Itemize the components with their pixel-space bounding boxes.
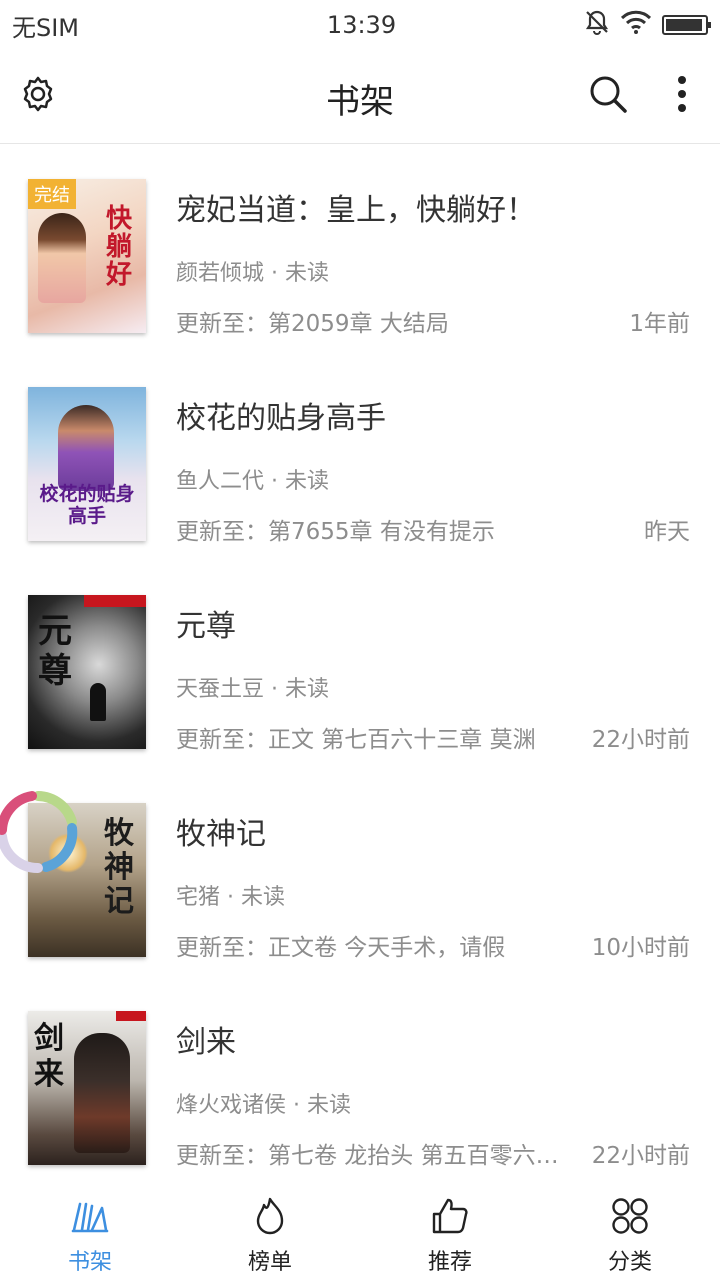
book-author: 颜若倾城: [176, 261, 265, 286]
nav-item-recommend[interactable]: 推荐: [360, 1180, 540, 1280]
vertical-ellipsis-icon: [676, 74, 688, 118]
update-time: 10小时前: [591, 935, 690, 961]
cover-title: 剑来: [34, 1021, 64, 1092]
book-item[interactable]: 校花的贴身高手 校花的贴身高手 鱼人二代 · 未读 更新至：第7655章 有没有…: [0, 353, 720, 561]
flame-icon: [248, 1194, 292, 1238]
bookshelf-list: 快躺好 完结 宠妃当道：皇上，快躺好！ 颜若倾城 · 未读 更新至：第2059章…: [0, 145, 720, 1185]
carrier-label: 无SIM: [12, 13, 80, 42]
latest-chapter: 更新至：第7655章 有没有提示: [176, 519, 495, 545]
book-title: 剑来: [176, 1025, 236, 1060]
search-icon: [588, 74, 628, 118]
finished-badge: 完结: [28, 179, 76, 209]
latest-chapter: 更新至：第2059章 大结局: [176, 311, 449, 337]
bottom-navigation: 书架 榜单 推荐 分类: [0, 1180, 720, 1280]
book-cover: 快躺好 完结: [28, 179, 146, 333]
update-time: 1年前: [629, 311, 690, 337]
book-title: 校花的贴身高手: [176, 401, 386, 436]
book-title: 牧神记: [176, 817, 266, 852]
book-meta: 鱼人二代 · 未读: [176, 469, 330, 494]
wifi-icon: [620, 10, 652, 40]
cover-title: 元尊: [38, 611, 72, 691]
status-bar: 无SIM 13:39: [0, 0, 720, 50]
search-button[interactable]: [582, 70, 634, 122]
nav-label: 榜单: [247, 1250, 292, 1275]
book-cover: 元尊: [28, 595, 146, 749]
book-cover: 校花的贴身高手: [28, 387, 146, 541]
book-item[interactable]: 快躺好 完结 宠妃当道：皇上，快躺好！ 颜若倾城 · 未读 更新至：第2059章…: [0, 145, 720, 353]
read-status: 未读: [285, 677, 330, 702]
more-options-button[interactable]: [656, 70, 708, 122]
read-status: 未读: [241, 885, 286, 910]
cover-title: 校花的贴身高手: [39, 483, 135, 527]
bookshelf-icon: [68, 1194, 112, 1238]
nav-item-bookshelf[interactable]: 书架: [0, 1180, 180, 1280]
thumbs-up-icon: [428, 1194, 472, 1238]
latest-chapter: 更新至：正文卷 今天手术，请假: [176, 935, 506, 961]
read-status: 未读: [307, 1093, 352, 1118]
book-title: 元尊: [176, 609, 236, 644]
book-title: 宠妃当道：皇上，快躺好！: [176, 193, 536, 228]
update-time: 昨天: [644, 519, 690, 545]
latest-chapter: 更新至：第七卷 龙抬头 第五百零六…: [176, 1143, 559, 1169]
book-author: 天蚕土豆: [176, 677, 265, 702]
nav-item-categories[interactable]: 分类: [540, 1180, 720, 1280]
update-time: 22小时前: [591, 727, 690, 753]
battery-icon: [661, 15, 711, 35]
book-meta: 颜若倾城 · 未读: [176, 261, 330, 286]
book-author: 鱼人二代: [176, 469, 265, 494]
book-meta: 烽火戏诸侯 · 未读: [176, 1093, 352, 1118]
category-icon: [608, 1194, 652, 1238]
clock: 13:39: [326, 11, 397, 39]
book-author: 烽火戏诸侯: [176, 1093, 287, 1118]
book-meta: 宅猪 · 未读: [176, 885, 286, 910]
nav-label: 推荐: [427, 1250, 472, 1275]
nav-label: 书架: [67, 1250, 112, 1275]
app-bar: 书架: [0, 50, 720, 144]
nav-label: 分类: [607, 1250, 652, 1275]
book-cover: 剑来: [28, 1011, 146, 1165]
mute-bell-icon: [584, 9, 610, 41]
cover-title: 快躺好: [106, 204, 133, 290]
book-item[interactable]: 元尊 元尊 天蚕土豆 · 未读 更新至：正文 第七百六十三章 莫渊 22小时前: [0, 561, 720, 769]
book-author: 宅猪: [176, 885, 221, 910]
status-icons: [584, 9, 711, 41]
read-status: 未读: [285, 469, 330, 494]
update-time: 22小时前: [591, 1143, 690, 1169]
loading-spinner-icon: [0, 788, 82, 876]
nav-item-rankings[interactable]: 榜单: [180, 1180, 360, 1280]
latest-chapter: 更新至：正文 第七百六十三章 莫渊: [176, 727, 536, 753]
cover-title: 牧神记: [104, 816, 134, 919]
book-meta: 天蚕土豆 · 未读: [176, 677, 330, 702]
read-status: 未读: [285, 261, 330, 286]
book-item[interactable]: 牧神记 牧神记 宅猪 · 未读 更新至：正文卷 今天手术，请假 10小时前: [0, 769, 720, 977]
book-item[interactable]: 剑来 剑来 烽火戏诸侯 · 未读 更新至：第七卷 龙抬头 第五百零六… 22小时…: [0, 977, 720, 1185]
